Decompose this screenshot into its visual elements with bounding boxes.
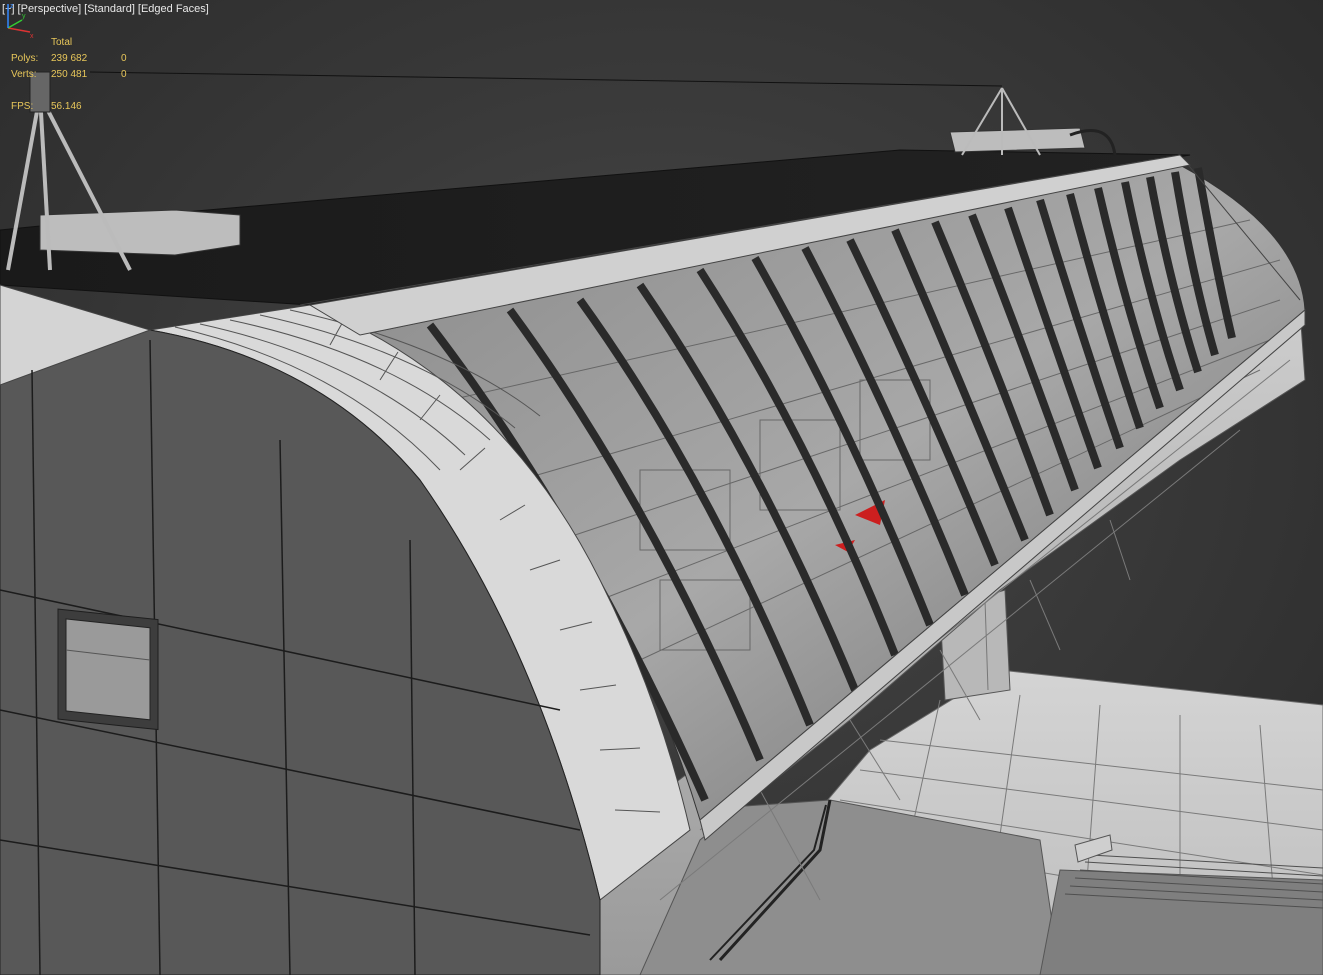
stats-row-polys: Polys: 239 682 0 <box>11 51 151 67</box>
polys-total: 239 682 <box>51 53 88 64</box>
axis-z-label: z <box>10 3 14 10</box>
verts-total: 250 481 <box>51 69 88 80</box>
scene-statistics: Total Polys: 239 682 0 Verts: 250 481 0 … <box>11 35 151 115</box>
stats-row-verts: Verts: 250 481 0 <box>11 67 151 83</box>
fps-label: FPS: <box>11 101 34 112</box>
facade-window <box>57 608 159 731</box>
axis-y-icon <box>7 19 23 29</box>
verts-selected: 0 <box>121 69 127 80</box>
3d-viewport[interactable]: [+][Perspective][Standard][Edged Faces] … <box>0 0 1323 975</box>
viewport-edged-faces-label[interactable]: [Edged Faces] <box>138 3 209 15</box>
axis-x-icon <box>7 27 31 33</box>
axis-y-label: y <box>22 13 26 20</box>
fps-value: 56.146 <box>51 101 82 112</box>
polys-label: Polys: <box>11 53 39 64</box>
polys-selected: 0 <box>121 53 127 64</box>
roof-equipment-right <box>949 87 1117 156</box>
stats-row-fps: FPS: 56.146 <box>11 99 151 115</box>
axis-gizmo-icon: x y z <box>7 3 34 40</box>
verts-label: Verts: <box>11 69 37 80</box>
axis-x-label: x <box>30 33 34 40</box>
scene-render <box>0 71 1323 975</box>
stats-total-header: Total <box>51 37 73 48</box>
viewport-shading-standard-label[interactable]: [Standard] <box>84 3 135 15</box>
cable-line <box>89 71 1003 87</box>
